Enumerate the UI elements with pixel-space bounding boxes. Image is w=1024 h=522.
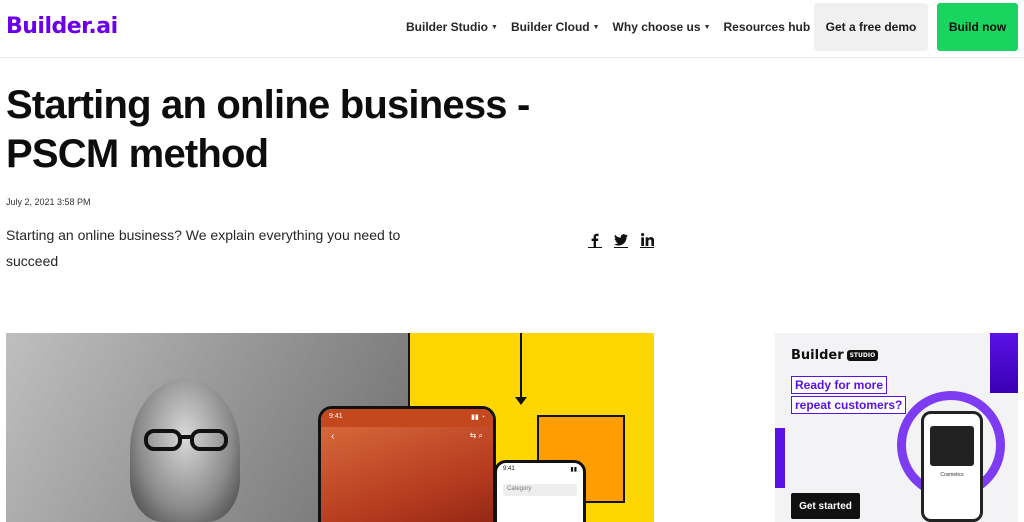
- ad-decor-stack-left: [775, 428, 785, 488]
- publish-date: July 2, 2021 3:58 PM: [6, 197, 91, 207]
- arrow-stem: [520, 333, 522, 401]
- caret-down-icon: ▼: [592, 23, 600, 31]
- nav-label: Resources hub: [723, 20, 811, 34]
- title-line-1: Starting an online business -: [6, 83, 530, 127]
- get-started-button[interactable]: Get started: [791, 493, 860, 519]
- phone-tools-icon: ⇆ ⌕: [469, 431, 483, 440]
- page-title: Starting an online business - PSCM metho…: [6, 81, 646, 179]
- hero-image: 9:41 ▮▮ ◔ ‹ ⇆ ⌕ 9:41 ▮▮ Category: [6, 333, 654, 522]
- phone-mockup-secondary: 9:41 ▮▮ Category: [494, 460, 586, 522]
- ad-logo-text: Builder: [791, 348, 844, 363]
- builder-studio-ad[interactable]: Builder STUDIO Ready for more repeat cus…: [775, 333, 1018, 522]
- ad-headline-line-1: Ready for more: [791, 376, 888, 394]
- ad-logo: Builder STUDIO: [791, 348, 879, 363]
- nav-resources-hub[interactable]: Resources hub ▼: [724, 20, 821, 34]
- nav-label: Builder Cloud: [510, 20, 590, 34]
- ad-phone-product: [930, 426, 974, 466]
- caret-down-icon: ▼: [703, 23, 711, 31]
- phone-time: 9:41: [329, 413, 343, 420]
- arrow-down-icon: [515, 397, 527, 405]
- ad-logo-tag: STUDIO: [846, 350, 879, 361]
- phone2-time: 9:41: [503, 466, 515, 472]
- signal-icon: ▮▮: [570, 467, 577, 473]
- title-line-2: PSCM method: [6, 132, 269, 176]
- nav-builder-cloud[interactable]: Builder Cloud ▼: [511, 20, 600, 34]
- nav-why-choose-us[interactable]: Why choose us ▼: [613, 20, 711, 34]
- nav-builder-studio[interactable]: Builder Studio ▼: [406, 20, 498, 34]
- linkedin-icon[interactable]: [640, 232, 654, 248]
- ad-phone-mockup: Cosmetics: [921, 411, 983, 522]
- builder-logo[interactable]: Builder.ai: [6, 14, 118, 39]
- ad-headline-line-2: repeat customers?: [791, 396, 907, 414]
- get-demo-button[interactable]: Get a free demo: [814, 3, 928, 51]
- ad-phone-caption: Cosmetics: [940, 472, 964, 478]
- build-now-button[interactable]: Build now: [937, 3, 1018, 51]
- twitter-icon[interactable]: [614, 232, 628, 248]
- site-header: Builder.ai Builder Studio ▼ Builder Clou…: [0, 0, 1024, 58]
- nav-label: Why choose us: [612, 20, 701, 34]
- main-nav: Builder Studio ▼ Builder Cloud ▼ Why cho…: [406, 0, 833, 54]
- phone-product-image: ‹ ⇆ ⌕: [321, 427, 493, 522]
- phone-search-field: Category: [503, 484, 577, 496]
- ad-decor-stack: [990, 333, 1018, 393]
- phone2-status-bar: 9:41 ▮▮: [497, 463, 583, 476]
- back-chevron-icon: ‹: [331, 431, 335, 442]
- phone-mockup-main: 9:41 ▮▮ ◔ ‹ ⇆ ⌕: [318, 406, 496, 522]
- caret-down-icon: ▼: [491, 23, 498, 31]
- nav-label: Builder Studio: [406, 20, 488, 34]
- glasses-graphic: [144, 429, 228, 451]
- phone-status-bar: 9:41 ▮▮ ◔: [321, 409, 493, 427]
- ad-headline: Ready for more repeat customers?: [791, 376, 907, 416]
- signal-icon: ▮▮ ◔: [471, 414, 485, 421]
- share-bar: [588, 232, 666, 248]
- article-subtitle: Starting an online business? We explain …: [6, 227, 401, 269]
- facebook-icon[interactable]: [588, 232, 602, 248]
